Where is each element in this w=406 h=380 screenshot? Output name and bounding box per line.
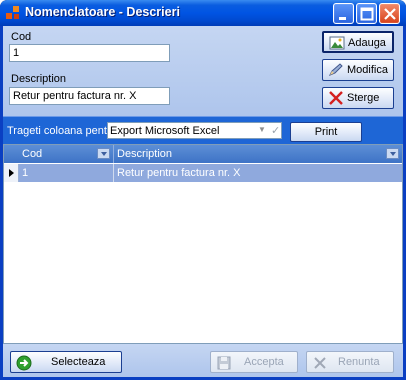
app-icon [6,6,19,19]
export-format-select[interactable]: Export Microsoft Excel ▼ ✓ [107,122,282,139]
title-bar[interactable]: Nomenclatoare - Descrieri [0,0,406,26]
export-format-value: Export Microsoft Excel [110,125,220,137]
column-header-description[interactable]: Description [117,148,172,160]
accept-button[interactable]: Accepta [210,351,298,373]
print-bar: Trageti coloana pentru grupare Export Mi… [3,116,403,144]
minimize-icon [339,17,346,20]
column-separator[interactable] [113,145,114,163]
select-button[interactable]: Selecteaza [10,351,122,373]
cancel-x-icon [314,357,326,369]
cancel-button[interactable]: Renunta [306,351,394,373]
cod-field[interactable]: 1 [9,44,170,62]
table-row[interactable]: 1 Retur pentru factura nr. X [4,164,402,182]
maximize-button[interactable] [356,3,377,24]
edit-panel: Cod 1 Description Retur pentru factura n… [3,26,403,116]
description-filter-icon[interactable] [386,148,399,159]
pencil-icon [328,63,343,76]
delete-button[interactable]: Sterge [322,87,394,109]
window-title: Nomenclatoare - Descrieri [25,5,180,19]
add-image-icon [329,36,345,50]
cod-filter-icon[interactable] [97,148,110,159]
chevron-down-icon[interactable]: ▼ [258,125,268,137]
cell-description[interactable]: Retur pentru factura nr. X [117,167,241,179]
close-button[interactable] [379,3,400,24]
delete-button-label: Sterge [347,92,380,104]
select-button-label: Selecteaza [51,356,106,368]
description-field[interactable]: Retur pentru factura nr. X [9,87,170,105]
row-indicator-icon [4,164,19,182]
modify-button[interactable]: Modifica [322,59,394,81]
add-button-label: Adauga [348,37,386,49]
add-button[interactable]: Adauga [322,31,394,53]
column-header-cod[interactable]: Cod [22,148,42,160]
check-icon[interactable]: ✓ [271,124,280,137]
arrow-right-circle-icon [16,355,32,371]
delete-x-icon [329,91,343,105]
cod-label: Cod [11,31,32,43]
client-area: Cod 1 Description Retur pentru factura n… [3,26,403,377]
grid-header: Cod Description [4,145,402,163]
save-icon [217,356,231,370]
description-label: Description [11,73,67,85]
modify-button-label: Modifica [347,64,388,76]
data-grid: Cod Description 1 Retur pentru factura n… [3,144,403,344]
cell-cod[interactable]: 1 [22,167,28,179]
minimize-button[interactable] [333,3,354,24]
cell-separator [113,164,114,182]
group-hint-label: Trageti coloana pentru grupare [7,125,107,137]
bottom-bar: Selecteaza Accepta Renunta [3,344,403,377]
print-button[interactable]: Print [290,122,362,142]
window: Nomenclatoare - Descrieri Cod 1 Descript… [0,0,406,380]
cancel-button-label: Renunta [338,356,380,368]
maximize-icon [360,7,374,21]
accept-button-label: Accepta [244,356,284,368]
close-icon [384,8,396,20]
